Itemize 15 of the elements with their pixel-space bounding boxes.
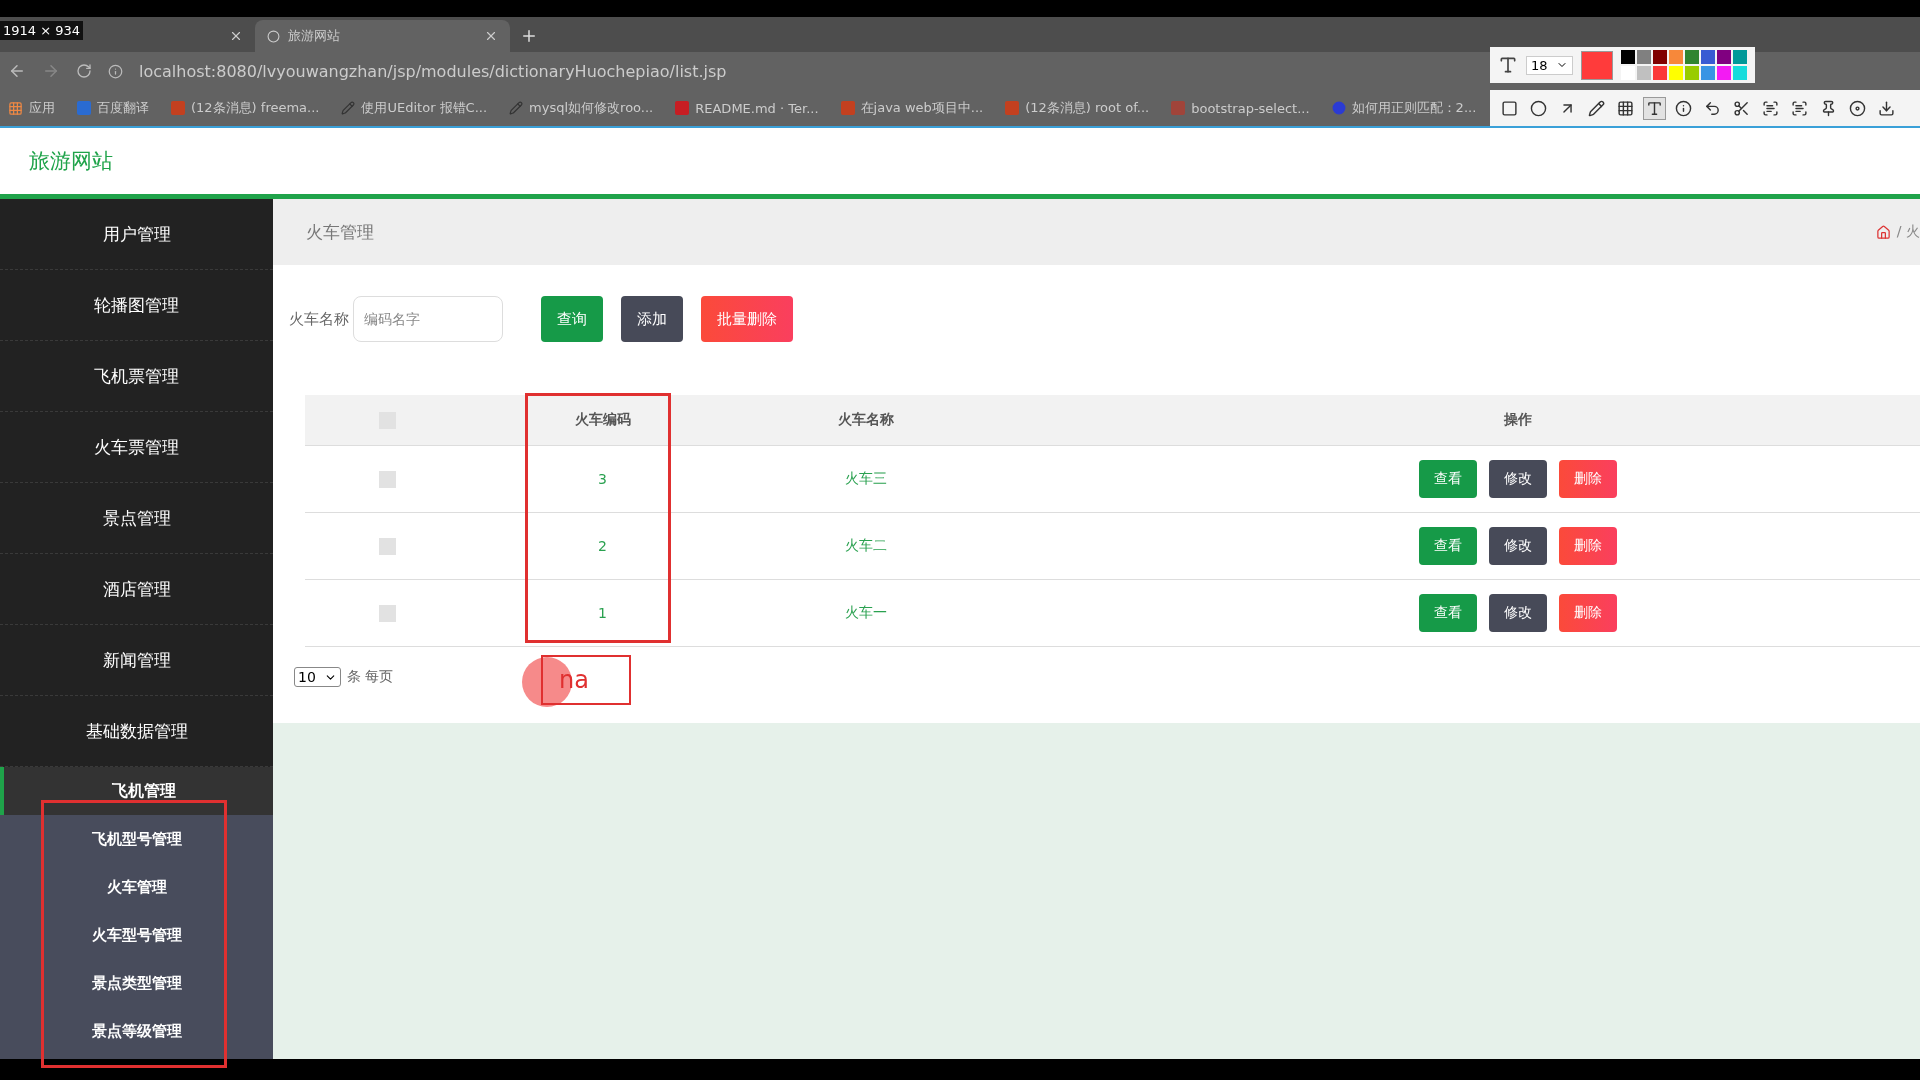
page-size-label: 条 每页 bbox=[346, 668, 394, 686]
table-cell: 火车三 bbox=[845, 470, 887, 488]
table-cell: 3 bbox=[598, 471, 607, 487]
size-tooltip: 1914 × 934 bbox=[0, 21, 84, 40]
table-cell: 火车一 bbox=[845, 604, 887, 622]
column-header: 操作 bbox=[1504, 411, 1532, 429]
breadcrumb: / 火 bbox=[1896, 223, 1920, 241]
page-title: 火车管理 bbox=[306, 220, 374, 244]
column-header: 火车编码 bbox=[574, 411, 631, 429]
column-header: 火车名称 bbox=[838, 411, 894, 429]
table-cell: 1 bbox=[598, 605, 607, 621]
search-label: 火车名称 bbox=[289, 309, 349, 329]
table-cell: 火车二 bbox=[845, 537, 887, 555]
table-cell: 2 bbox=[598, 538, 607, 554]
site-title: 旅游网站 bbox=[29, 148, 113, 175]
